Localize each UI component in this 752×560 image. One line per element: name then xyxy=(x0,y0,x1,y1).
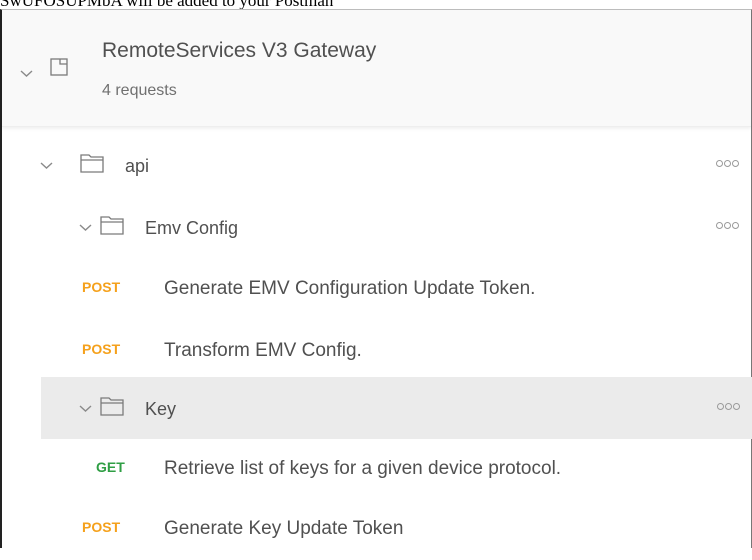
folder-icon xyxy=(80,154,104,173)
method-badge: POST xyxy=(82,279,121,295)
request-row[interactable]: POST Generate EMV Configuration Update T… xyxy=(2,258,751,320)
method-badge: POST xyxy=(82,341,121,357)
request-label: Generate EMV Configuration Update Token. xyxy=(164,278,536,299)
request-row[interactable]: POST Transform EMV Config. xyxy=(2,320,751,382)
collection-request-count: 4 requests xyxy=(102,82,177,99)
request-row[interactable]: POST Generate Key Update Token xyxy=(2,498,751,560)
more-options-icon[interactable] xyxy=(717,403,740,410)
request-row[interactable]: GET Retrieve list of keys for a given de… xyxy=(2,438,751,500)
method-badge: GET xyxy=(96,459,125,475)
folder-icon xyxy=(100,216,124,235)
chevron-down-icon[interactable] xyxy=(78,220,92,234)
method-badge: POST xyxy=(82,519,121,535)
folder-row-api[interactable]: api xyxy=(2,134,751,196)
request-label: Generate Key Update Token xyxy=(164,518,404,539)
chevron-down-icon[interactable] xyxy=(19,66,33,80)
more-options-icon[interactable] xyxy=(716,222,739,229)
chevron-down-icon[interactable] xyxy=(39,158,53,172)
chevron-down-icon[interactable] xyxy=(78,401,92,415)
collection-sidebar: RemoteServices V3 Gateway 4 requests api… xyxy=(0,9,752,548)
page-caption: SwUFOSUPMbA will be added to your Postma… xyxy=(0,0,334,10)
folder-label-api: api xyxy=(125,156,150,176)
collection-header[interactable]: RemoteServices V3 Gateway 4 requests xyxy=(2,10,751,127)
collection-title: RemoteServices V3 Gateway xyxy=(102,39,377,62)
collection-icon xyxy=(50,58,68,76)
more-options-icon[interactable] xyxy=(716,160,739,167)
folder-icon xyxy=(100,397,124,416)
folder-label-key: Key xyxy=(145,399,177,419)
folder-label-emv-config: Emv Config xyxy=(145,218,239,238)
folder-row-emv-config[interactable]: Emv Config xyxy=(2,196,751,258)
folder-row-key[interactable]: Key xyxy=(41,377,752,439)
request-label: Retrieve list of keys for a given device… xyxy=(164,458,562,479)
request-label: Transform EMV Config. xyxy=(164,340,362,361)
